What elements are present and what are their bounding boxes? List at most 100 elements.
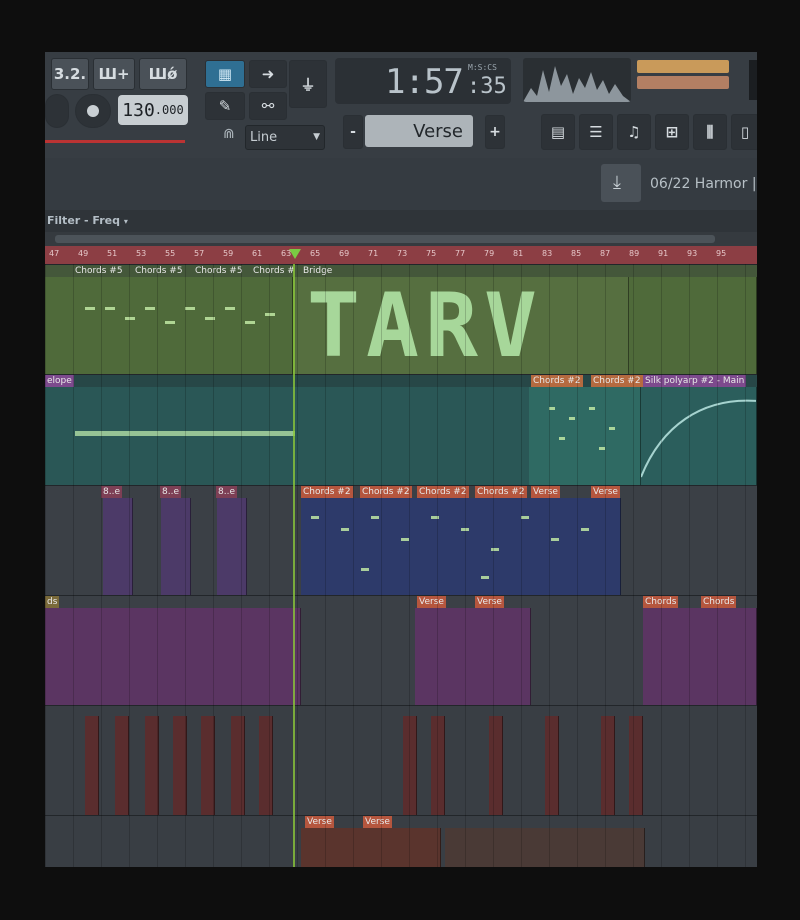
tempo-value: 130 (122, 99, 155, 121)
pattern-clip[interactable] (641, 277, 757, 375)
clip-label[interactable]: Chords #2 (360, 486, 412, 498)
clip-label[interactable]: Chords #2 (475, 486, 527, 498)
drum-clip[interactable] (629, 716, 643, 816)
plus-label: + (489, 124, 501, 140)
channel-rack-button[interactable]: ☰ (579, 114, 613, 150)
clip-label[interactable]: Verse (305, 816, 334, 828)
pattern-song-label: 3.2. (53, 65, 87, 83)
clip-label[interactable]: Chords #5 (75, 265, 123, 277)
automation-clip[interactable] (103, 498, 133, 596)
clip-label[interactable]: Chords # (253, 265, 295, 277)
drum-clip[interactable] (545, 716, 559, 816)
note (165, 321, 175, 324)
automation-clip[interactable] (641, 387, 757, 486)
drum-clip[interactable] (201, 716, 215, 816)
clip-label[interactable]: Verse (531, 486, 560, 498)
record-button[interactable] (75, 94, 111, 128)
drum-clip[interactable] (85, 716, 99, 816)
clip-header-row: ds Verse Verse Chords Chords (45, 596, 757, 608)
pattern-song-toggle[interactable]: 3.2. (51, 58, 89, 90)
time-display[interactable]: 1:57 M:S:CS :35 (335, 58, 511, 104)
note (205, 317, 215, 320)
download-button[interactable]: ⤓ (601, 164, 641, 202)
clip-label[interactable]: Chords #2 (417, 486, 469, 498)
drum-clip[interactable] (115, 716, 129, 816)
pattern-clip[interactable] (445, 828, 645, 867)
drum-clip[interactable] (173, 716, 187, 816)
playlist-icon-button[interactable]: ▦ (205, 60, 245, 88)
clip-label[interactable]: elope (45, 375, 74, 387)
clip-label[interactable]: Chords #2 (531, 375, 583, 387)
track-2: elope Chords #2 Chords #2 Silk polyarp #… (45, 374, 757, 486)
stop-button[interactable] (45, 94, 69, 128)
clip-label[interactable]: Verse (363, 816, 392, 828)
chevron-down-icon: ▾ (123, 217, 128, 226)
snap-select[interactable]: Line ▼ (245, 125, 325, 150)
loop-button[interactable]: Шǿ (139, 58, 187, 90)
clip-label[interactable]: Verse (591, 486, 620, 498)
playlist-view-button[interactable]: ▤ (541, 114, 575, 150)
piano-roll-button[interactable]: ♫ (617, 114, 651, 150)
pattern-clip[interactable] (301, 828, 441, 867)
clip-label[interactable]: Chords #2 (591, 375, 643, 387)
drum-clip[interactable] (601, 716, 615, 816)
automation-clip[interactable] (217, 498, 247, 596)
track-3: 8..e 8..e 8..e Chords #2 Chords #2 Chord… (45, 485, 757, 596)
drum-clip[interactable] (231, 716, 245, 816)
playhead-marker[interactable] (289, 249, 301, 259)
sustained-note (75, 431, 295, 436)
project-button[interactable]: ▯ (731, 114, 757, 150)
tempo-display[interactable]: 130.000 (118, 95, 188, 125)
scrollbar-thumb[interactable] (55, 235, 715, 243)
horizontal-scrollbar[interactable] (45, 232, 757, 246)
step-arrow-button[interactable]: ➜ (249, 60, 287, 88)
pattern-clip[interactable] (529, 387, 641, 486)
mixer-button[interactable]: ⫼ (693, 114, 727, 150)
master-volume-slider[interactable] (45, 140, 185, 143)
drum-clip[interactable] (431, 716, 445, 816)
drum-clip[interactable] (489, 716, 503, 816)
clip-label[interactable]: Chords #2 (301, 486, 353, 498)
draw-button[interactable]: ✎ (205, 92, 245, 120)
pattern-clip[interactable] (45, 277, 293, 375)
clip-label[interactable]: ds (45, 596, 60, 608)
clip-label[interactable]: Verse (417, 596, 446, 608)
link-button[interactable]: ⚯ (249, 92, 287, 120)
pattern-clip[interactable] (415, 608, 531, 706)
clip-label[interactable]: Chords (701, 596, 737, 608)
pattern-selector[interactable]: Verse (365, 115, 473, 147)
clip-label[interactable]: Verse (475, 596, 504, 608)
drum-clip[interactable] (259, 716, 273, 816)
clip-label[interactable]: Chords #5 (195, 265, 243, 277)
timeline-ruler[interactable]: 47 49 51 53 55 57 59 61 63 65 69 71 73 75 77 79 81 83 85 87… (45, 246, 757, 264)
clip-header-row: elope Chords #2 Chords #2 Silk polyarp #… (45, 375, 757, 387)
clip-label[interactable]: 8..e (216, 486, 237, 498)
clip-label[interactable]: Chords #5 (135, 265, 183, 277)
waveform-meter (523, 58, 631, 102)
automation-curve-icon (641, 399, 756, 478)
drum-pattern-clip[interactable] (45, 608, 301, 706)
note (185, 307, 195, 310)
clip-label[interactable]: 8..e (160, 486, 181, 498)
browser-button[interactable]: ⊞ (655, 114, 689, 150)
clip-label[interactable]: Chords (643, 596, 679, 608)
automation-clip[interactable] (161, 498, 191, 596)
clip-label[interactable]: Silk polyarp #2 - Main (643, 375, 747, 387)
pattern-clip[interactable] (301, 498, 621, 596)
prev-pattern-button[interactable]: - (343, 115, 363, 149)
automation-filter-bar[interactable]: Filter - Freq ▾ (45, 210, 757, 232)
link-icon: ⚯ (261, 97, 275, 115)
drum-clip[interactable] (145, 716, 159, 816)
hint-text: 06/22 Harmor | V (650, 176, 757, 192)
note (311, 516, 319, 519)
browser-icon: ⊞ (665, 123, 679, 141)
metronome-button[interactable]: ⏚ (289, 60, 327, 108)
drum-clip[interactable] (403, 716, 417, 816)
document-icon: ▯ (740, 123, 750, 141)
piano-roll-icon: ♫ (627, 123, 641, 141)
add-button[interactable]: Ш+ (93, 58, 135, 90)
clip-label[interactable]: 8..e (101, 486, 122, 498)
time-centiseconds: :35 (467, 74, 507, 99)
pattern-clip[interactable] (643, 608, 757, 706)
add-pattern-button[interactable]: + (485, 115, 505, 149)
